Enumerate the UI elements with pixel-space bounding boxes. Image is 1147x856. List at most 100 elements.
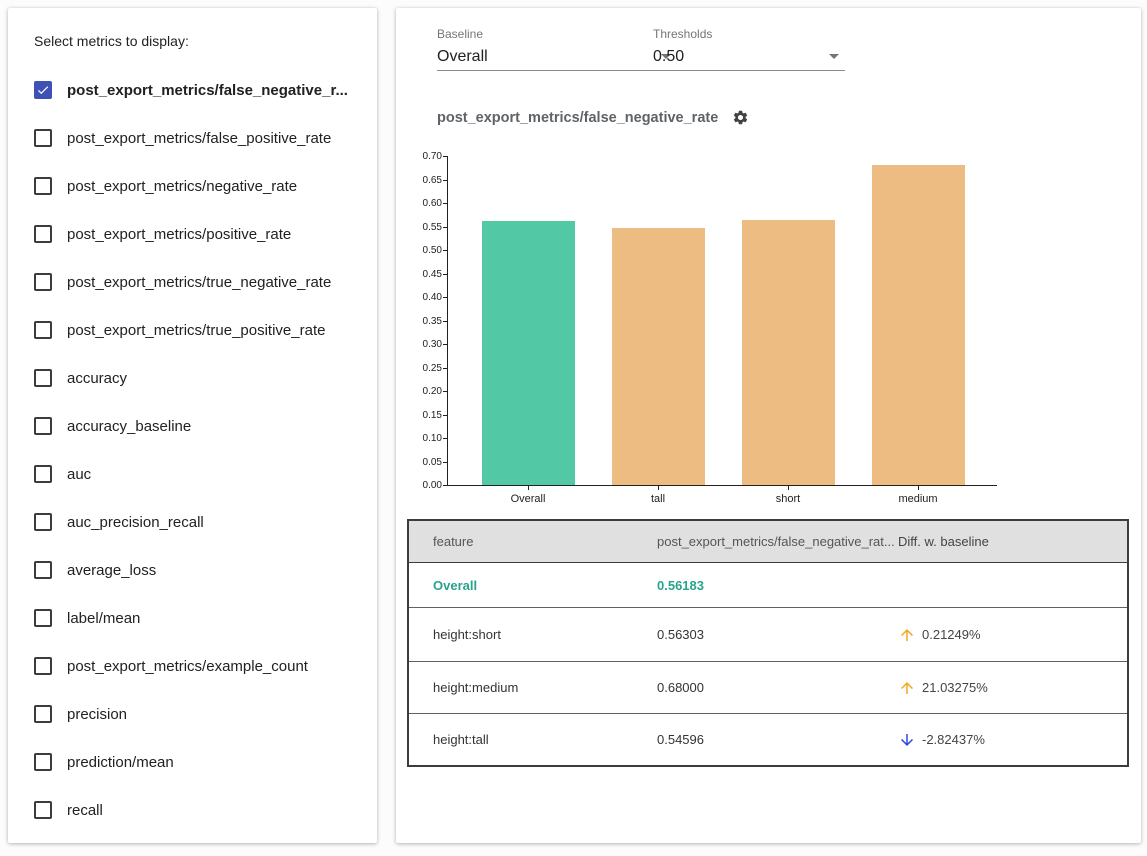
metric-display-panel: Baseline Overall Thresholds 0.50 post_ex…: [396, 8, 1141, 843]
y-axis-tick-label: 0.65: [402, 175, 442, 186]
y-axis-tick-label: 0.25: [402, 363, 442, 374]
y-axis-tick-mark: [443, 203, 448, 204]
y-axis-tick-label: 0.30: [402, 339, 442, 350]
metric-row-positive-rate[interactable]: post_export_metrics/positive_rate: [8, 210, 377, 258]
bar-short[interactable]: [742, 220, 835, 485]
diff-value: -2.82437%: [922, 732, 985, 747]
arrow-up-icon: [898, 679, 916, 697]
value-cell: 0.56303: [657, 627, 892, 642]
chevron-down-icon: [829, 54, 839, 59]
metric-selector-title: Select metrics to display:: [34, 33, 189, 49]
y-axis-tick-label: 0.10: [402, 433, 442, 444]
feature-cell: height:medium: [409, 680, 657, 695]
bar-overall[interactable]: [482, 221, 575, 485]
metric-label: post_export_metrics/true_negative_rate: [67, 274, 331, 291]
metric-label: precision: [67, 706, 127, 723]
metric-row-accuracy-baseline[interactable]: accuracy_baseline: [8, 402, 377, 450]
diff-cell: 0.21249%: [892, 626, 1127, 644]
metric-label: auc: [67, 466, 91, 483]
x-axis-tick-mark: [788, 485, 789, 490]
metric-row-prediction-mean[interactable]: prediction/mean: [8, 738, 377, 786]
metric-label: label/mean: [67, 610, 140, 627]
x-axis-tick-label: tall: [598, 493, 718, 505]
diff-cell: 21.03275%: [892, 679, 1127, 697]
metric-label: auc_precision_recall: [67, 514, 204, 531]
chart-title: post_export_metrics/false_negative_rate: [437, 110, 718, 126]
value-cell: 0.56183: [657, 578, 892, 593]
bar-medium[interactable]: [872, 165, 965, 485]
y-axis-tick-label: 0.15: [402, 410, 442, 421]
settings-gear-icon[interactable]: [732, 109, 749, 126]
metric-label: post_export_metrics/negative_rate: [67, 178, 297, 195]
y-axis-tick-label: 0.60: [402, 198, 442, 209]
checkbox-icon[interactable]: [34, 177, 52, 195]
diff-value: 21.03275%: [922, 680, 988, 695]
metric-row-true-positive-rate[interactable]: post_export_metrics/true_positive_rate: [8, 306, 377, 354]
checkbox-icon[interactable]: [34, 225, 52, 243]
checkbox-icon[interactable]: [34, 321, 52, 339]
checkbox-checked-icon[interactable]: [34, 81, 52, 99]
y-axis-tick-mark: [443, 180, 448, 181]
metric-label: average_loss: [67, 562, 156, 579]
y-axis-tick-mark: [443, 438, 448, 439]
metric-list: post_export_metrics/false_negative_r... …: [8, 66, 377, 834]
checkbox-icon[interactable]: [34, 417, 52, 435]
baseline-dropdown[interactable]: Baseline Overall: [437, 27, 677, 71]
metric-row-negative-rate[interactable]: post_export_metrics/negative_rate: [8, 162, 377, 210]
y-axis-tick-mark: [443, 485, 448, 486]
metric-row-auc[interactable]: auc: [8, 450, 377, 498]
table-header-diff: Diff. w. baseline: [892, 534, 1127, 549]
metrics-table: feature post_export_metrics/false_negati…: [407, 519, 1129, 767]
value-cell: 0.68000: [657, 680, 892, 695]
table-row-height-medium[interactable]: height:medium 0.68000 21.03275%: [409, 661, 1127, 713]
checkbox-icon[interactable]: [34, 369, 52, 387]
thresholds-dropdown[interactable]: Thresholds 0.50: [653, 27, 845, 71]
metric-row-average-loss[interactable]: average_loss: [8, 546, 377, 594]
baseline-dropdown-value: Overall: [437, 48, 488, 66]
checkbox-icon[interactable]: [34, 129, 52, 147]
metric-row-false-negative-rate[interactable]: post_export_metrics/false_negative_r...: [8, 66, 377, 114]
arrow-up-icon: [898, 626, 916, 644]
feature-cell: height:tall: [409, 732, 657, 747]
table-header-feature: feature: [409, 534, 657, 549]
checkbox-icon[interactable]: [34, 705, 52, 723]
metric-row-label-mean[interactable]: label/mean: [8, 594, 377, 642]
metric-row-false-positive-rate[interactable]: post_export_metrics/false_positive_rate: [8, 114, 377, 162]
metric-label: accuracy: [67, 370, 127, 387]
checkbox-icon[interactable]: [34, 513, 52, 531]
metric-row-accuracy[interactable]: accuracy: [8, 354, 377, 402]
metric-row-example-count[interactable]: post_export_metrics/example_count: [8, 642, 377, 690]
y-axis-tick-mark: [443, 415, 448, 416]
x-axis-tick-mark: [658, 485, 659, 490]
checkbox-icon[interactable]: [34, 801, 52, 819]
metric-row-recall[interactable]: recall: [8, 786, 377, 834]
y-axis-tick-label: 0.45: [402, 269, 442, 280]
checkbox-icon[interactable]: [34, 465, 52, 483]
metric-row-precision[interactable]: precision: [8, 690, 377, 738]
bar-tall[interactable]: [612, 228, 705, 485]
checkbox-icon[interactable]: [34, 657, 52, 675]
table-row-height-tall[interactable]: height:tall 0.54596 -2.82437%: [409, 713, 1127, 765]
x-axis-tick-label: short: [728, 493, 848, 505]
checkbox-icon[interactable]: [34, 753, 52, 771]
bar-chart-plot: 0.000.050.100.150.200.250.300.350.400.45…: [447, 156, 997, 486]
checkbox-icon[interactable]: [34, 273, 52, 291]
table-row-height-short[interactable]: height:short 0.56303 0.21249%: [409, 607, 1127, 661]
metric-row-auc-precision-recall[interactable]: auc_precision_recall: [8, 498, 377, 546]
y-axis-tick-label: 0.20: [402, 386, 442, 397]
y-axis-tick-mark: [443, 462, 448, 463]
metric-row-true-negative-rate[interactable]: post_export_metrics/true_negative_rate: [8, 258, 377, 306]
metric-label: recall: [67, 802, 103, 819]
checkbox-icon[interactable]: [34, 609, 52, 627]
metric-label: post_export_metrics/false_positive_rate: [67, 130, 331, 147]
y-axis-tick-mark: [443, 344, 448, 345]
metric-label: accuracy_baseline: [67, 418, 191, 435]
y-axis-tick-mark: [443, 391, 448, 392]
feature-cell: height:short: [409, 627, 657, 642]
checkbox-icon[interactable]: [34, 561, 52, 579]
y-axis-tick-mark: [443, 321, 448, 322]
table-row-overall[interactable]: Overall 0.56183: [409, 563, 1127, 607]
thresholds-dropdown-value: 0.50: [653, 48, 684, 66]
y-axis-tick-label: 0.00: [402, 480, 442, 491]
y-axis-tick-label: 0.50: [402, 245, 442, 256]
